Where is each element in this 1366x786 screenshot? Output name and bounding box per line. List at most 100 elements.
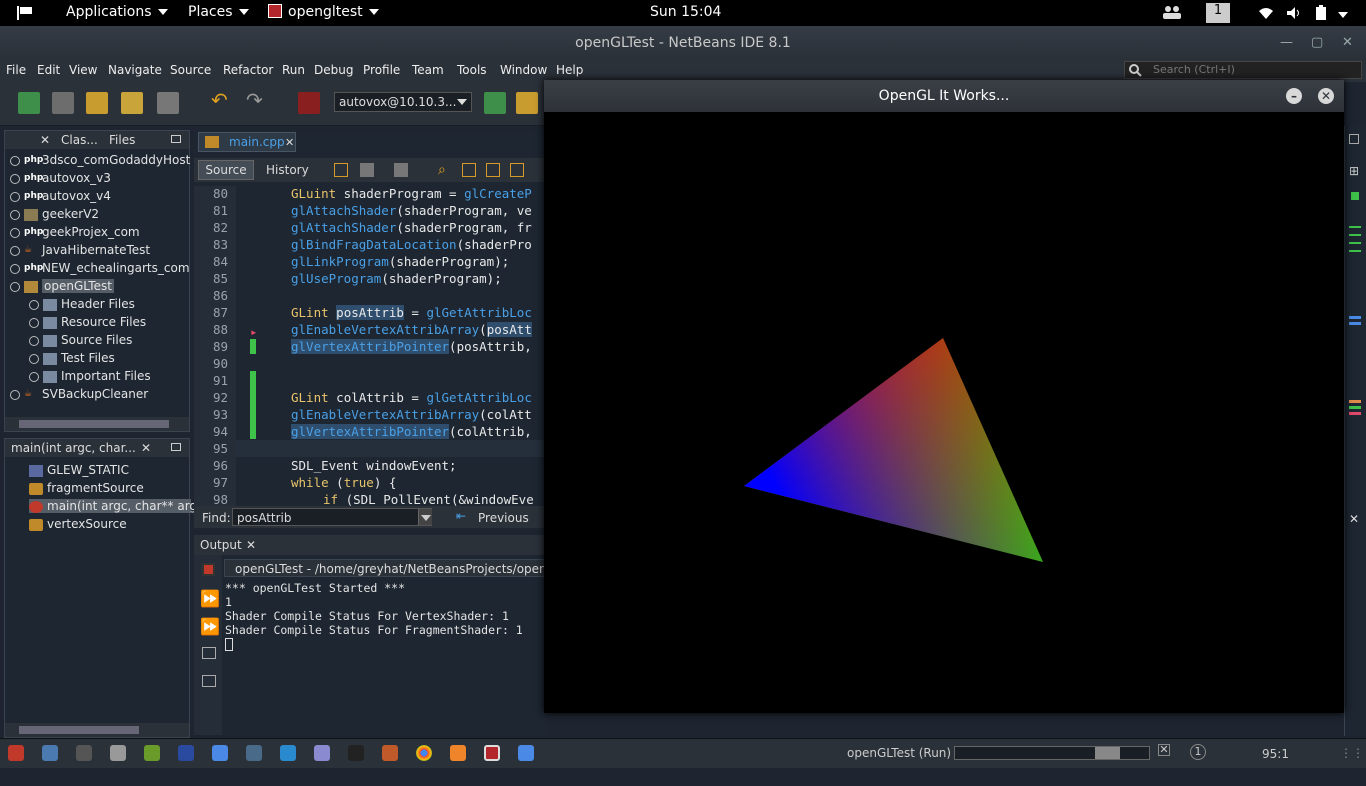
applications-menu[interactable]: Applications bbox=[66, 4, 168, 20]
menu-source[interactable]: Source bbox=[170, 63, 211, 77]
menu-window[interactable]: Window bbox=[500, 63, 547, 77]
terminal-icon[interactable] bbox=[348, 745, 364, 761]
add-host-icon[interactable] bbox=[484, 92, 506, 114]
list-item[interactable]: GLEW_STATIC bbox=[29, 463, 129, 477]
notes-icon[interactable] bbox=[314, 745, 330, 761]
tree-item[interactable]: php3dsco_comGodaddyHost bbox=[10, 153, 190, 167]
list-item[interactable]: vertexSource bbox=[29, 517, 127, 531]
expand-icon[interactable] bbox=[29, 335, 39, 346]
maximize-icon[interactable]: ▢ bbox=[1311, 26, 1323, 60]
output-title[interactable]: Output bbox=[200, 538, 242, 552]
expand-icon[interactable] bbox=[10, 245, 20, 256]
tree-item[interactable]: geekerV2 bbox=[10, 207, 99, 221]
tree-item[interactable]: phpautovox_v4 bbox=[10, 189, 111, 203]
tab-main-cpp[interactable]: main.cpp ✕ bbox=[198, 132, 296, 152]
activities-icon[interactable] bbox=[16, 5, 34, 25]
close-icon[interactable]: ✕ bbox=[1342, 26, 1353, 60]
calculator-icon[interactable] bbox=[110, 745, 126, 761]
menu-run[interactable]: Run bbox=[282, 63, 305, 77]
opengltest-app-icon[interactable] bbox=[484, 745, 500, 761]
tree-folder[interactable]: Header Files bbox=[29, 297, 135, 311]
close-icon[interactable]: ✕ bbox=[1318, 88, 1334, 104]
expand-icon[interactable] bbox=[10, 263, 20, 274]
expand-icon[interactable] bbox=[10, 173, 20, 184]
find-input[interactable]: posAttrib bbox=[232, 508, 432, 526]
menu-tools[interactable]: Tools bbox=[457, 63, 487, 77]
menu-debug[interactable]: Debug bbox=[314, 63, 353, 77]
terminal-red-icon[interactable] bbox=[8, 745, 24, 761]
restore-icon[interactable] bbox=[1349, 134, 1359, 144]
menu-view[interactable]: View bbox=[69, 63, 97, 77]
close-icon[interactable]: ✕ bbox=[40, 133, 50, 147]
prev-occurrence-icon[interactable] bbox=[462, 163, 476, 177]
clear-icon[interactable] bbox=[202, 647, 216, 659]
tree-folder[interactable]: Important Files bbox=[29, 369, 151, 383]
android-icon[interactable] bbox=[144, 745, 160, 761]
tree-item[interactable]: phpNEW_echealingarts_com bbox=[10, 261, 190, 275]
hub-icon[interactable] bbox=[450, 745, 466, 761]
notifications-icon[interactable]: 1 bbox=[1190, 744, 1206, 760]
steam-icon[interactable] bbox=[76, 745, 92, 761]
scrollbar-thumb[interactable] bbox=[19, 420, 169, 428]
chrome-icon[interactable] bbox=[416, 745, 432, 761]
users-icon[interactable] bbox=[1162, 5, 1182, 23]
close-icon[interactable]: ✕ bbox=[246, 538, 256, 552]
opengl-window[interactable]: OpenGL It Works... – ✕ bbox=[544, 80, 1344, 713]
expand-icon[interactable] bbox=[10, 155, 20, 166]
menu-edit[interactable]: Edit bbox=[37, 63, 60, 77]
new-project-icon[interactable] bbox=[52, 92, 74, 114]
list-item[interactable]: fragmentSource bbox=[29, 481, 144, 495]
output-cursor[interactable] bbox=[225, 638, 233, 651]
netbeans-icon[interactable] bbox=[518, 745, 534, 761]
close-icon[interactable]: ✕ bbox=[141, 441, 151, 455]
menu-navigate[interactable]: Navigate bbox=[108, 63, 162, 77]
tree-folder[interactable]: Resource Files bbox=[29, 315, 146, 329]
code-area[interactable]: 80 GLuint shaderProgram = glCreateP 81 g… bbox=[194, 186, 546, 508]
expand-icon[interactable] bbox=[29, 299, 39, 310]
collapse-icon[interactable] bbox=[10, 281, 20, 292]
run-status[interactable]: openGLTest (Run) bbox=[847, 746, 951, 760]
close-icon[interactable]: ✕ bbox=[1349, 512, 1359, 526]
config-select[interactable]: autovox@10.10.3... bbox=[334, 92, 472, 112]
split-icon[interactable]: ⊞ bbox=[1349, 164, 1359, 178]
settings-tool-icon[interactable] bbox=[382, 745, 398, 761]
tree-item-selected[interactable]: openGLTest bbox=[10, 279, 114, 293]
open-project-icon[interactable] bbox=[86, 92, 108, 114]
scrollbar-thumb[interactable] bbox=[19, 726, 139, 734]
tab-files[interactable]: Files bbox=[109, 133, 135, 147]
resize-grip-icon[interactable]: ⋮⋮ bbox=[1340, 746, 1364, 760]
expand-icon[interactable] bbox=[10, 209, 20, 220]
wifi-icon[interactable] bbox=[1258, 6, 1274, 24]
back-icon[interactable] bbox=[360, 163, 374, 177]
toggle-highlight-icon[interactable] bbox=[510, 163, 524, 177]
remote-host-icon[interactable] bbox=[298, 92, 320, 114]
tree-item[interactable]: ☕ JavaHibernateTest bbox=[10, 243, 150, 257]
settings-icon[interactable] bbox=[202, 675, 216, 687]
new-file-icon[interactable] bbox=[18, 92, 40, 114]
save-all-icon[interactable] bbox=[157, 92, 179, 114]
stop-icon[interactable] bbox=[202, 563, 215, 576]
horizontal-scrollbar[interactable] bbox=[5, 723, 189, 737]
virtualbox-icon[interactable] bbox=[212, 745, 228, 761]
screenshot-icon[interactable] bbox=[246, 745, 262, 761]
open-folder-icon[interactable] bbox=[121, 92, 143, 114]
tab-classes[interactable]: Clas... bbox=[61, 133, 98, 147]
minimize-icon[interactable]: – bbox=[1286, 88, 1302, 104]
places-menu[interactable]: Places bbox=[188, 4, 249, 20]
tree-folder[interactable]: Test Files bbox=[29, 351, 115, 365]
expand-icon[interactable] bbox=[10, 191, 20, 202]
redo-icon[interactable]: ↷ bbox=[246, 88, 268, 112]
tab-history[interactable]: History bbox=[266, 163, 309, 177]
rerun-icon[interactable]: ⏩ bbox=[200, 589, 220, 608]
find-history-dropdown[interactable] bbox=[418, 509, 432, 525]
tree-folder[interactable]: Source Files bbox=[29, 333, 132, 347]
close-icon[interactable]: ✕ bbox=[285, 136, 294, 149]
tree-item[interactable]: phpgeekProjex_com bbox=[10, 225, 140, 239]
last-edit-icon[interactable] bbox=[334, 163, 348, 177]
clock[interactable]: Sun 15:04 bbox=[650, 4, 721, 20]
breakpoint-icon[interactable]: ▸ bbox=[250, 324, 258, 339]
rerun-with-params-icon[interactable]: ⏩ bbox=[200, 617, 220, 636]
menu-help[interactable]: Help bbox=[556, 63, 583, 77]
menu-refactor[interactable]: Refactor bbox=[223, 63, 273, 77]
find-icon[interactable]: ⌕ bbox=[438, 162, 446, 178]
